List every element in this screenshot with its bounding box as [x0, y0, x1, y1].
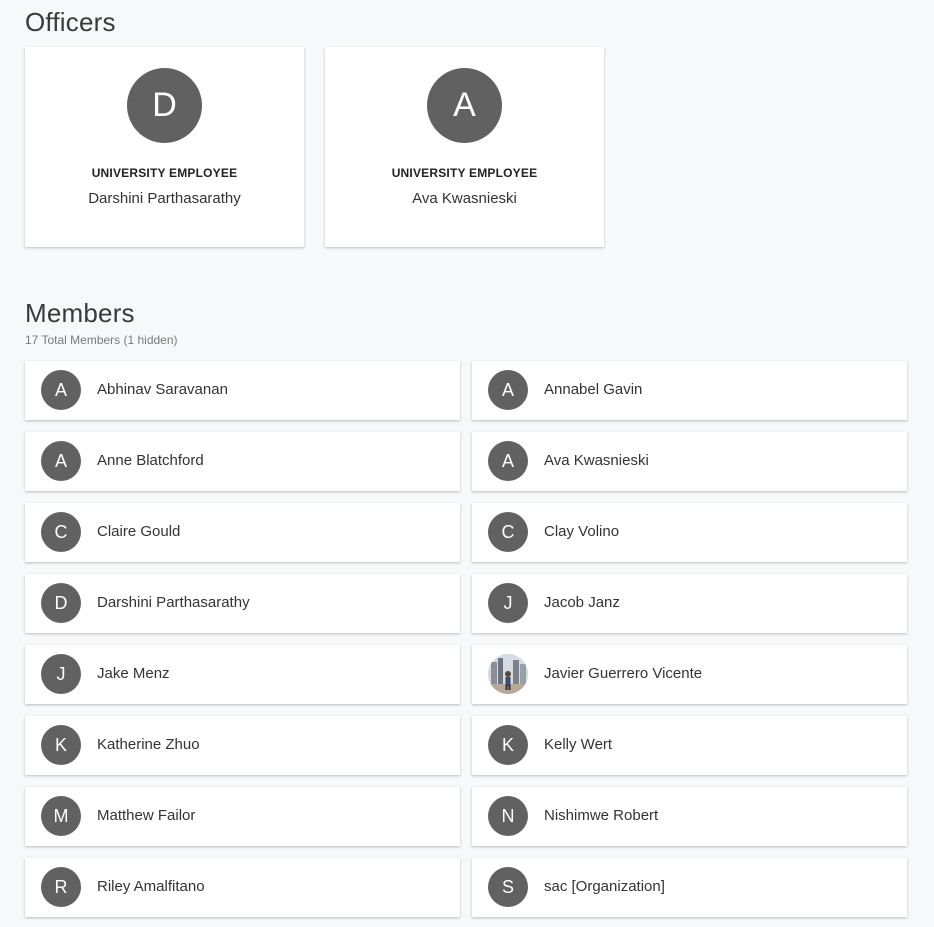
avatar: R: [41, 867, 81, 907]
officer-name: Ava Kwasnieski: [412, 190, 517, 207]
member-name: sac [Organization]: [544, 878, 665, 895]
member-card[interactable]: N Nishimwe Robert: [472, 787, 907, 846]
member-name: Riley Amalfitano: [97, 878, 205, 895]
member-card[interactable]: R Riley Amalfitano: [25, 858, 460, 917]
member-card[interactable]: J Jake Menz: [25, 645, 460, 704]
member-card[interactable]: A Ava Kwasnieski: [472, 432, 907, 491]
member-card[interactable]: C Clay Volino: [472, 503, 907, 562]
member-name: Darshini Parthasarathy: [97, 594, 250, 611]
avatar: D: [127, 68, 202, 143]
avatar: A: [427, 68, 502, 143]
members-count: 17 Total Members (1 hidden): [25, 333, 178, 347]
avatar: A: [41, 370, 81, 410]
member-card[interactable]: M Matthew Failor: [25, 787, 460, 846]
avatar: C: [41, 512, 81, 552]
officers-heading: Officers: [25, 7, 116, 37]
member-card[interactable]: J Jacob Janz: [472, 574, 907, 633]
avatar: K: [41, 725, 81, 765]
officer-role: UNIVERSITY EMPLOYEE: [91, 166, 238, 180]
avatar: A: [488, 370, 528, 410]
organization-roster: Officers D UNIVERSITY EMPLOYEE Darshini …: [0, 0, 934, 927]
avatar: J: [488, 583, 528, 623]
member-card[interactable]: K Kelly Wert: [472, 716, 907, 775]
member-card[interactable]: A Abhinav Saravanan: [25, 361, 460, 420]
avatar: A: [488, 441, 528, 481]
member-name: Katherine Zhuo: [97, 736, 200, 753]
officer-name: Darshini Parthasarathy: [88, 190, 241, 207]
avatar: D: [41, 583, 81, 623]
member-name: Kelly Wert: [544, 736, 613, 753]
officer-card[interactable]: D UNIVERSITY EMPLOYEE Darshini Parthasar…: [25, 47, 304, 247]
member-name: Annabel Gavin: [544, 381, 643, 398]
member-name: Javier Guerrero Vicente: [544, 665, 703, 682]
member-name: Abhinav Saravanan: [97, 381, 228, 398]
member-name: Clay Volino: [544, 523, 620, 540]
member-card[interactable]: S sac [Organization]: [472, 858, 907, 917]
avatar: K: [488, 725, 528, 765]
member-name: Nishimwe Robert: [544, 807, 659, 824]
member-card[interactable]: K Katherine Zhuo: [25, 716, 460, 775]
avatar: S: [488, 867, 528, 907]
member-name: Matthew Failor: [97, 807, 196, 824]
person-photo-icon: [488, 654, 528, 694]
member-name: Ava Kwasnieski: [544, 452, 649, 469]
avatar: A: [41, 441, 81, 481]
member-card[interactable]: A Annabel Gavin: [472, 361, 907, 420]
members-heading: Members: [25, 298, 135, 328]
member-card[interactable]: Javier Guerrero Vicente: [472, 645, 907, 704]
member-name: Jacob Janz: [544, 594, 620, 611]
member-name: Anne Blatchford: [97, 452, 204, 469]
officer-card[interactable]: A UNIVERSITY EMPLOYEE Ava Kwasnieski: [325, 47, 604, 247]
avatar: M: [41, 796, 81, 836]
member-card[interactable]: C Claire Gould: [25, 503, 460, 562]
member-name: Claire Gould: [97, 523, 181, 540]
avatar-photo: [488, 654, 528, 694]
avatar: J: [41, 654, 81, 694]
member-card[interactable]: A Anne Blatchford: [25, 432, 460, 491]
officer-role: UNIVERSITY EMPLOYEE: [391, 166, 538, 180]
member-name: Jake Menz: [97, 665, 170, 682]
member-card[interactable]: D Darshini Parthasarathy: [25, 574, 460, 633]
avatar: C: [488, 512, 528, 552]
avatar: N: [488, 796, 528, 836]
